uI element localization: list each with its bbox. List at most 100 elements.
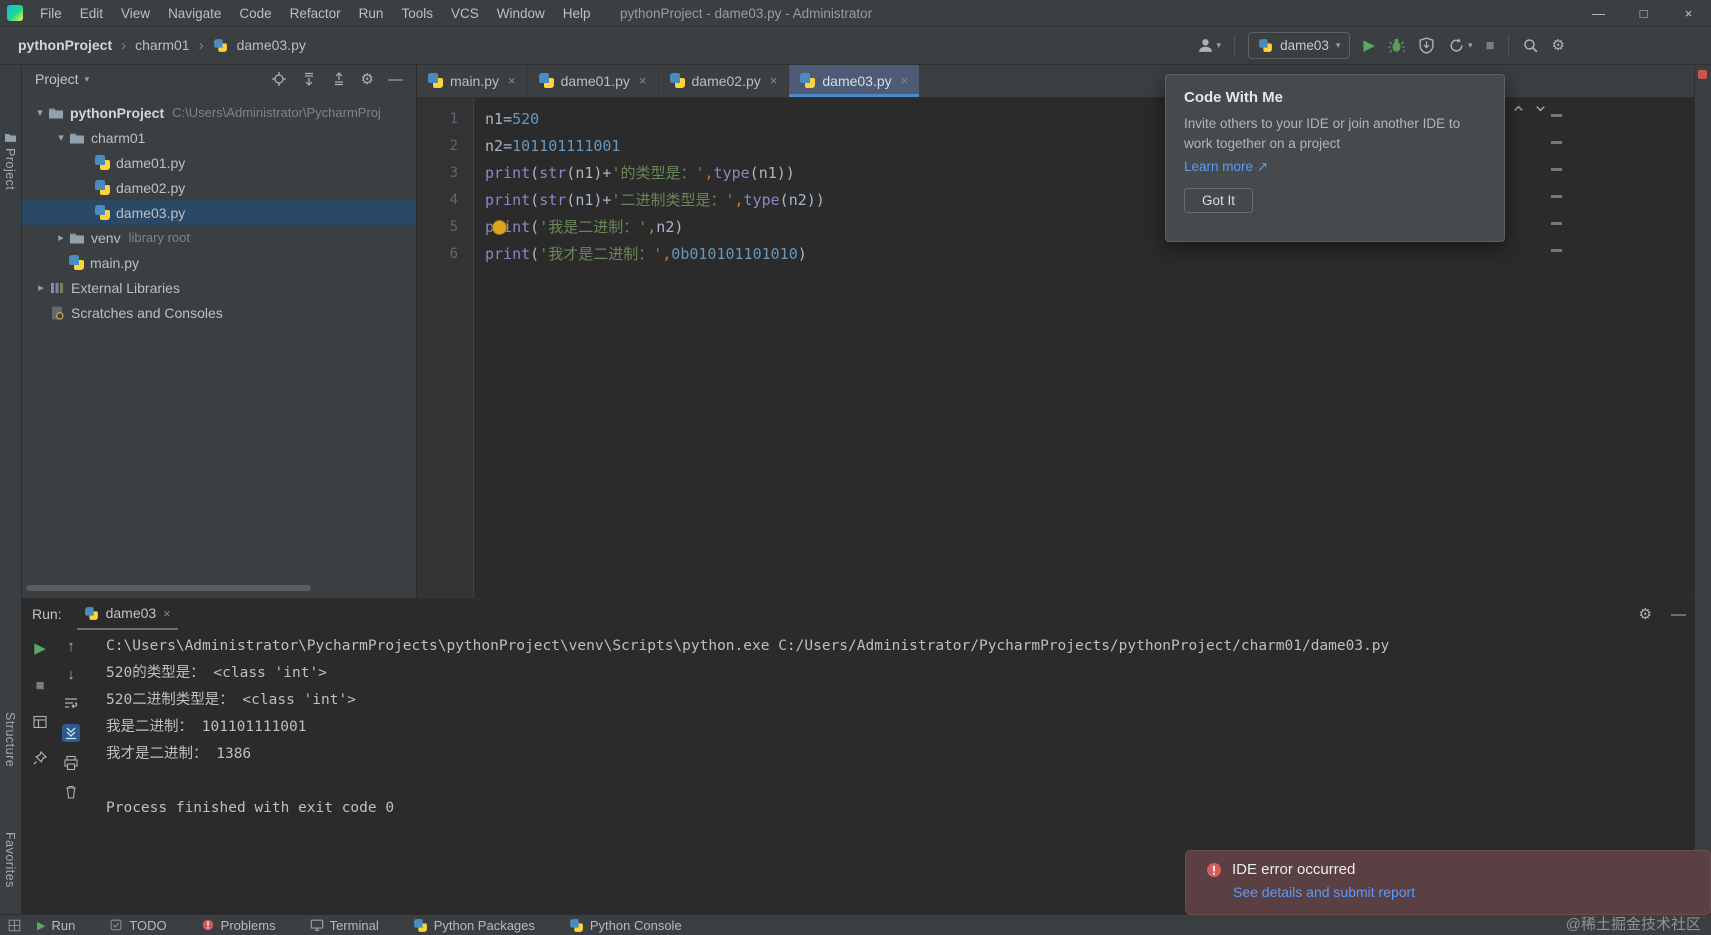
chevron-up-icon[interactable] [1512, 102, 1525, 115]
run-tab-dame03[interactable]: dame03 × [76, 598, 178, 630]
tree-item-scratches[interactable]: Scratches and Consoles [22, 300, 416, 325]
scroll-to-end-button-selected[interactable] [62, 724, 80, 742]
restore-layout-button[interactable] [32, 714, 48, 730]
status-bar: ▶ Run TODO Problems Terminal Python Pack… [0, 914, 1711, 935]
code-pane[interactable]: n1=520 n2=101101111001 print(str(n1)+'的类… [475, 98, 1695, 598]
breadcrumb-project[interactable]: pythonProject [18, 37, 112, 53]
tree-item-venv[interactable]: ▸ venv library root [22, 225, 416, 250]
minimize-button[interactable]: — [1576, 0, 1621, 26]
tab-main-py[interactable]: main.py × [417, 64, 528, 97]
tool-window-switcher-icon[interactable] [8, 919, 21, 932]
panel-settings-gear-icon[interactable]: ⚙ [361, 72, 374, 87]
breadcrumb-folder[interactable]: charm01 [135, 37, 189, 53]
popup-title: Code With Me [1184, 89, 1284, 106]
statusbar-python-console-button[interactable]: Python Console [569, 918, 682, 933]
close-button[interactable]: × [1666, 0, 1711, 26]
chevron-collapsed-icon[interactable]: ▸ [33, 281, 49, 294]
tree-item-charm01[interactable]: ▾ charm01 [22, 125, 416, 150]
menu-help[interactable]: Help [554, 0, 600, 26]
python-file-icon [800, 73, 816, 88]
close-tab-icon[interactable]: × [639, 73, 647, 88]
close-tab-icon[interactable]: × [770, 73, 778, 88]
stop-button[interactable]: ■ [1485, 37, 1494, 54]
down-stack-trace-button[interactable]: ↓ [67, 667, 75, 682]
collapse-all-button[interactable] [331, 71, 347, 87]
settings-gear-icon[interactable]: ⚙ [1552, 38, 1565, 53]
tree-item-main[interactable]: main.py [22, 250, 416, 275]
tree-item-dame03-selected[interactable]: dame03.py [22, 200, 416, 225]
statusbar-problems-button[interactable]: Problems [201, 918, 276, 933]
chevron-expanded-icon[interactable]: ▾ [32, 106, 48, 119]
soft-wrap-button[interactable] [63, 695, 79, 711]
tab-dame01-py[interactable]: dame01.py × [528, 64, 659, 97]
locate-file-button[interactable] [271, 71, 287, 87]
statusbar-python-packages-button[interactable]: Python Packages [413, 918, 535, 933]
menu-vcs[interactable]: VCS [442, 0, 488, 26]
notification-indicator-icon[interactable] [1698, 70, 1707, 79]
expand-all-icon [304, 72, 313, 86]
search-everywhere-button[interactable] [1522, 37, 1539, 54]
run-left-toolbar: ▶ ■ [29, 639, 51, 766]
menu-edit[interactable]: Edit [71, 0, 112, 26]
run-button[interactable]: ▶ [1363, 36, 1375, 54]
code-line: print('我才是二进制：',0b010101101010) [485, 245, 807, 263]
menu-navigate[interactable]: Navigate [159, 0, 230, 26]
tab-dame02-py[interactable]: dame02.py × [659, 64, 790, 97]
up-stack-trace-button[interactable]: ↑ [67, 639, 75, 654]
tool-stripe-favorites[interactable]: Favorites [3, 832, 17, 888]
stop-process-button[interactable]: ■ [35, 677, 44, 694]
statusbar-todo-button[interactable]: TODO [109, 918, 167, 933]
chevron-down-icon[interactable] [1534, 102, 1547, 115]
console-toolbar: ↑ ↓ [60, 639, 82, 800]
tree-item-external-libraries[interactable]: ▸ External Libraries [22, 275, 416, 300]
expand-all-button[interactable] [301, 71, 317, 87]
tree-item-pythonProject[interactable]: ▾ pythonProject C:\Users\Administrator\P… [22, 100, 416, 125]
tab-dame03-py-active[interactable]: dame03.py × [789, 64, 920, 97]
menu-run[interactable]: Run [350, 0, 393, 26]
pin-tab-button[interactable] [32, 750, 48, 766]
close-tab-icon[interactable]: × [901, 73, 909, 88]
close-tab-icon[interactable]: × [508, 73, 516, 88]
maximize-button[interactable]: □ [1621, 0, 1666, 26]
breadcrumb-file[interactable]: dame03.py [237, 37, 306, 53]
coverage-button[interactable] [1418, 36, 1435, 54]
debug-button[interactable] [1388, 37, 1405, 54]
run-console-output[interactable]: C:\Users\Administrator\PycharmProjects\p… [106, 633, 1687, 822]
hide-run-panel-button[interactable]: — [1671, 607, 1686, 622]
intention-bulb-icon[interactable] [492, 220, 507, 235]
menu-view[interactable]: View [112, 0, 159, 26]
menu-tools[interactable]: Tools [392, 0, 442, 26]
tool-stripe-structure[interactable]: Structure [3, 712, 17, 767]
menu-file[interactable]: File [31, 0, 71, 26]
toolbar-divider [1234, 34, 1236, 56]
editor-nav-buttons [1512, 102, 1547, 115]
see-details-link[interactable]: See details and submit report [1233, 884, 1694, 900]
code-line: print('我是二进制：',n2) [485, 218, 684, 236]
rerun-button[interactable]: ▶ [34, 639, 46, 657]
run-settings-gear-icon[interactable]: ⚙ [1639, 607, 1652, 622]
chevron-collapsed-icon[interactable]: ▸ [53, 231, 69, 244]
code-with-me-button[interactable]: ▾ [1197, 37, 1221, 54]
project-panel-title[interactable]: Project [35, 71, 79, 87]
close-run-tab-icon[interactable]: × [163, 606, 171, 621]
run-config-selector[interactable]: dame03 ▾ [1248, 31, 1351, 59]
chevron-expanded-icon[interactable]: ▾ [53, 131, 69, 144]
got-it-button[interactable]: Got It [1184, 188, 1254, 214]
print-button[interactable] [63, 755, 79, 771]
toolbar-divider [1507, 34, 1509, 56]
menu-refactor[interactable]: Refactor [281, 0, 350, 26]
horizontal-scrollbar[interactable] [26, 585, 311, 591]
menu-window[interactable]: Window [488, 0, 554, 26]
menu-code[interactable]: Code [230, 0, 280, 26]
line-number: 6 [449, 246, 458, 262]
clear-all-button[interactable] [63, 784, 79, 800]
statusbar-run-button[interactable]: ▶ Run [37, 918, 75, 933]
statusbar-terminal-button[interactable]: Terminal [310, 918, 379, 933]
tree-item-dame01[interactable]: dame01.py [22, 150, 416, 175]
hide-panel-button[interactable]: — [388, 72, 403, 87]
profiler-button[interactable]: ▾ [1448, 37, 1472, 54]
tool-stripe-project[interactable]: Project [3, 148, 17, 190]
learn-more-link[interactable]: Learn more ↗ [1184, 159, 1268, 175]
tree-item-dame02[interactable]: dame02.py [22, 175, 416, 200]
